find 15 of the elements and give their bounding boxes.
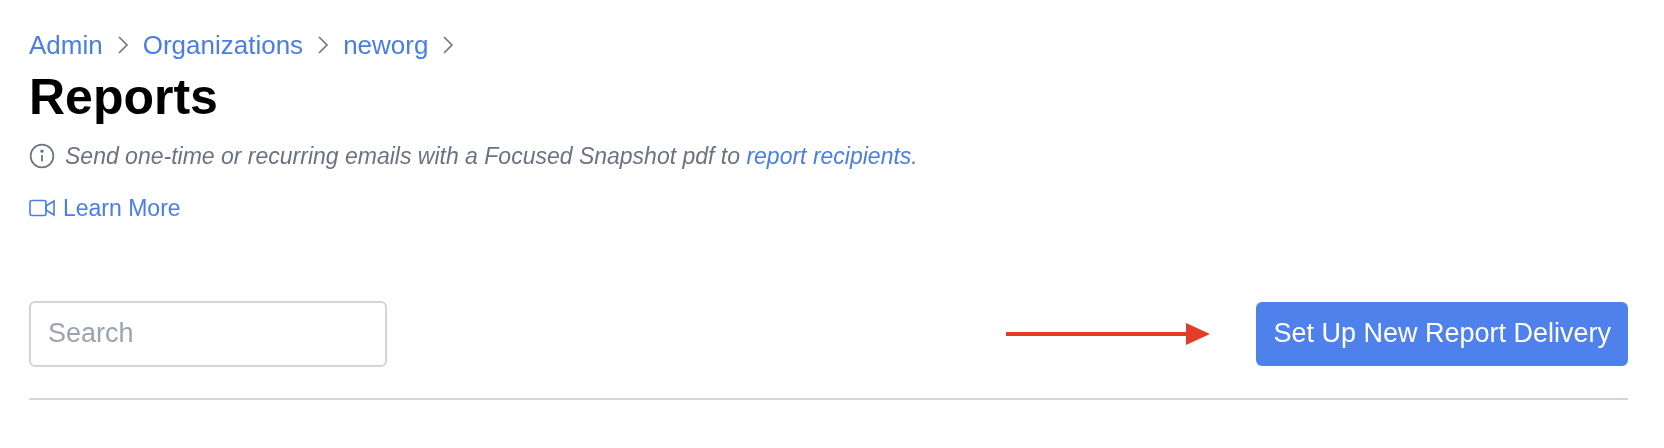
chevron-right-icon — [442, 35, 455, 55]
breadcrumb-link[interactable]: Organizations — [142, 25, 304, 65]
learn-more-link[interactable]: Learn More — [29, 192, 181, 224]
new-report-delivery-button[interactable]: Set Up New Report Delivery — [1256, 301, 1628, 366]
chevron-right-icon — [317, 35, 330, 55]
report-recipients-link[interactable]: report recipients — [746, 142, 912, 169]
video-camera-icon — [29, 199, 55, 217]
breadcrumb-link[interactable]: neworg — [343, 25, 429, 65]
breadcrumb-link[interactable]: Admin — [29, 25, 103, 65]
search-field[interactable]: Search — [29, 300, 387, 367]
chevron-right-icon — [116, 35, 129, 55]
info-text: Send one-time or recurring emails with a Focused Snapshot pdf to report recipients. — [65, 141, 918, 171]
arrow-icon — [1006, 321, 1211, 346]
info-icon — [29, 143, 55, 169]
page-title: Reports — [29, 68, 219, 126]
